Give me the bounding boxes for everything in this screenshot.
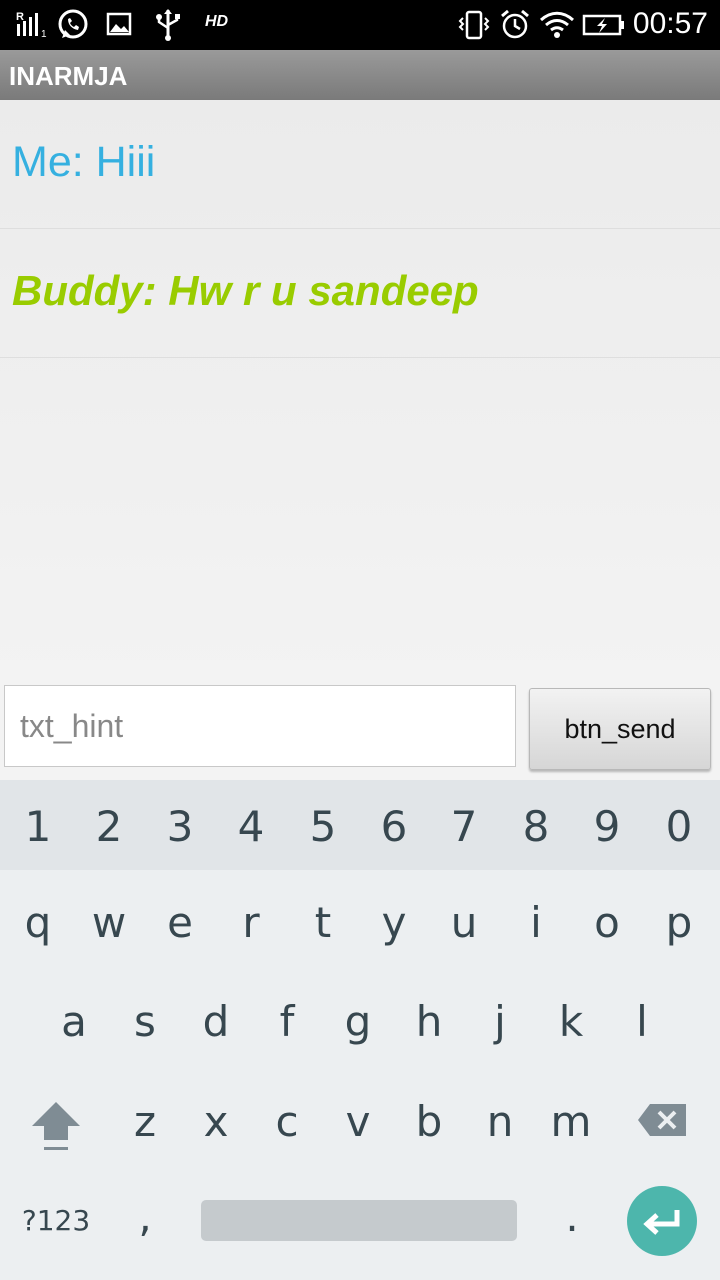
battery-charging-icon xyxy=(582,8,626,42)
app-title: INARMJA xyxy=(9,61,128,91)
soft-keyboard: 1 2 3 4 5 6 7 8 9 0 q w e r t y u i o p … xyxy=(0,780,720,1280)
shift-key[interactable] xyxy=(30,1098,86,1154)
key-4[interactable]: 4 xyxy=(228,802,274,851)
svg-text:1: 1 xyxy=(41,29,47,40)
whatsapp-icon xyxy=(56,8,90,42)
key-6[interactable]: 6 xyxy=(371,802,417,851)
message-list[interactable]: Me: Hiii Buddy: Hw r u sandeep xyxy=(0,100,720,680)
key-d[interactable]: d xyxy=(193,997,239,1046)
key-p[interactable]: p xyxy=(656,898,702,947)
backspace-icon xyxy=(638,1104,686,1136)
key-h[interactable]: h xyxy=(406,997,452,1046)
shift-icon xyxy=(32,1102,80,1150)
message-input[interactable]: txt_hint xyxy=(4,685,516,767)
signal-icon: R 1 xyxy=(14,8,50,42)
message-text: Me: Hiii xyxy=(12,138,156,186)
key-j[interactable]: j xyxy=(477,997,523,1046)
key-period[interactable]: . xyxy=(552,1192,592,1241)
key-r[interactable]: r xyxy=(228,898,274,947)
key-u[interactable]: u xyxy=(441,898,487,947)
key-l[interactable]: l xyxy=(619,997,665,1046)
key-0[interactable]: 0 xyxy=(656,802,702,851)
key-a[interactable]: a xyxy=(51,997,97,1046)
enter-key[interactable] xyxy=(627,1186,697,1256)
alarm-icon xyxy=(499,8,531,42)
key-v[interactable]: v xyxy=(335,1097,381,1146)
key-5[interactable]: 5 xyxy=(300,802,346,851)
message-text: Buddy: Hw r u sandeep xyxy=(12,267,479,314)
key-w[interactable]: w xyxy=(86,898,132,947)
message-item-me[interactable]: Me: Hiii xyxy=(0,100,720,229)
key-x[interactable]: x xyxy=(193,1097,239,1146)
key-i[interactable]: i xyxy=(513,898,559,947)
key-1[interactable]: 1 xyxy=(15,802,61,851)
status-bar: R 1 HD 00:57 xyxy=(0,0,720,50)
key-2[interactable]: 2 xyxy=(86,802,132,851)
composer: txt_hint btn_send xyxy=(0,680,720,780)
app-bar: INARMJA xyxy=(0,50,720,100)
key-o[interactable]: o xyxy=(584,898,630,947)
clock: 00:57 xyxy=(632,7,708,40)
backspace-key[interactable] xyxy=(636,1100,690,1140)
key-3[interactable]: 3 xyxy=(157,802,203,851)
key-g[interactable]: g xyxy=(335,997,381,1046)
key-t[interactable]: t xyxy=(300,898,346,947)
hd-indicator: HD xyxy=(205,13,229,30)
key-8[interactable]: 8 xyxy=(513,802,559,851)
key-7[interactable]: 7 xyxy=(441,802,487,851)
vibrate-icon xyxy=(457,8,491,42)
image-icon xyxy=(106,8,134,42)
message-item-buddy[interactable]: Buddy: Hw r u sandeep xyxy=(0,229,720,358)
wifi-icon xyxy=(539,8,575,42)
key-z[interactable]: z xyxy=(122,1097,168,1146)
key-f[interactable]: f xyxy=(264,997,310,1046)
key-s[interactable]: s xyxy=(122,997,168,1046)
key-k[interactable]: k xyxy=(548,997,594,1046)
enter-icon xyxy=(643,1210,680,1235)
key-q[interactable]: q xyxy=(15,898,61,947)
send-button[interactable]: btn_send xyxy=(529,688,711,770)
key-m[interactable]: m xyxy=(548,1097,594,1146)
key-n[interactable]: n xyxy=(477,1097,523,1146)
space-key[interactable] xyxy=(201,1200,517,1241)
key-c[interactable]: c xyxy=(264,1097,310,1146)
key-b[interactable]: b xyxy=(406,1097,452,1146)
svg-text:R: R xyxy=(16,11,24,23)
key-comma[interactable]: , xyxy=(125,1192,165,1241)
usb-icon xyxy=(154,8,182,42)
key-y[interactable]: y xyxy=(371,898,417,947)
key-9[interactable]: 9 xyxy=(584,802,630,851)
key-e[interactable]: e xyxy=(157,898,203,947)
symbols-key[interactable]: ?123 xyxy=(20,1204,92,1237)
